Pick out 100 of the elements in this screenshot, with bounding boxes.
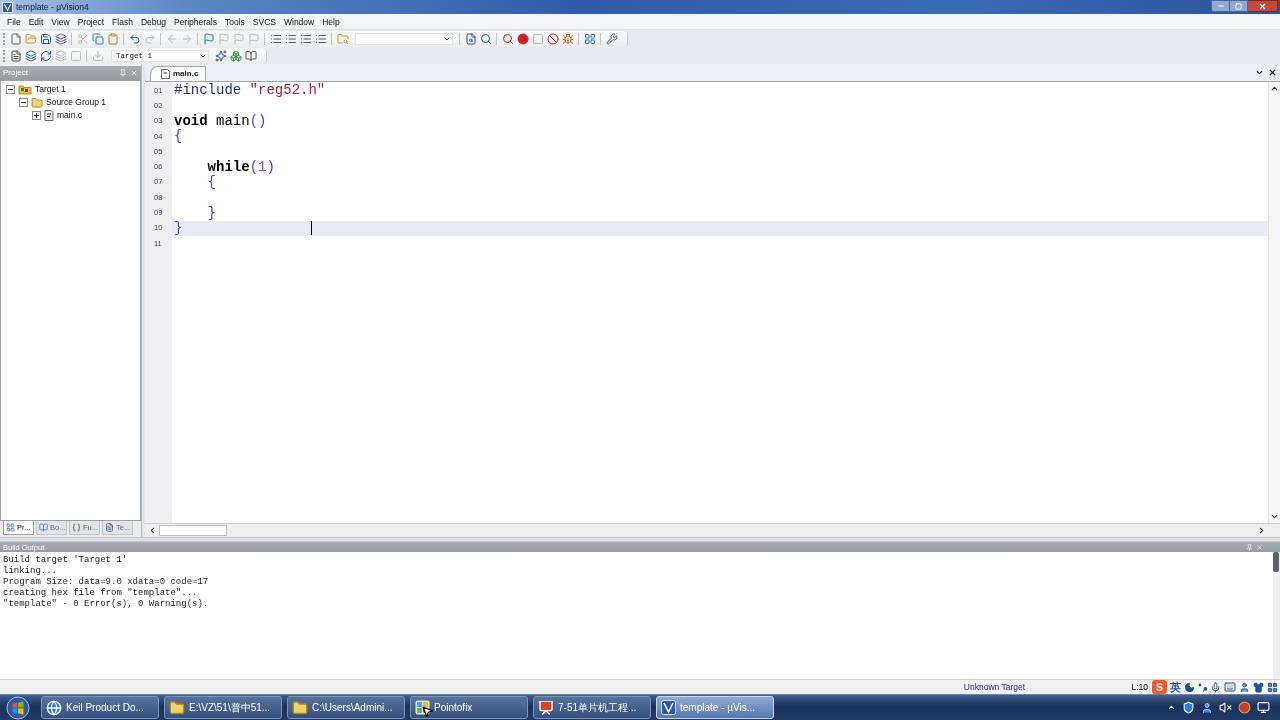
menu-item[interactable]: Debug (136, 14, 170, 29)
taskbar-button[interactable]: 7-51单片机工程... (533, 696, 651, 719)
scroll-down-icon[interactable] (1270, 512, 1279, 521)
moon-icon[interactable] (1184, 681, 1195, 693)
taskbar-button[interactable]: C:\Users\Admini... (287, 696, 405, 719)
breakpoint-icon[interactable] (516, 32, 529, 45)
menu-item[interactable]: Flash (108, 14, 137, 29)
maximize-button[interactable] (1230, 0, 1248, 12)
code-line: } (206, 205, 216, 221)
person-icon[interactable] (1201, 701, 1213, 714)
horizontal-scrollbar[interactable] (145, 523, 1280, 537)
file-icon (161, 69, 170, 79)
monitor-icon[interactable] (1257, 701, 1270, 714)
shield-icon[interactable] (1182, 701, 1195, 714)
keyboard-icon[interactable] (1224, 681, 1236, 693)
layers-icon[interactable] (24, 49, 37, 62)
windows-logo-icon (6, 695, 30, 720)
scrollbar-thumb[interactable] (1273, 552, 1279, 572)
code-line: { (174, 129, 183, 145)
file-text-icon (105, 523, 114, 532)
code-line: { (206, 174, 216, 190)
menu-item[interactable]: Window (279, 14, 319, 29)
menu-item[interactable]: Tools (220, 14, 249, 29)
boxes-icon[interactable] (229, 49, 242, 62)
menu-item[interactable]: File (3, 14, 25, 29)
minimize-icon (1216, 2, 1225, 10)
start-button[interactable] (3, 695, 33, 720)
punctuation-icon[interactable] (1198, 681, 1207, 693)
volume-muted-icon[interactable] (1219, 701, 1232, 714)
chevron-up-icon[interactable] (1167, 703, 1176, 712)
microphone-icon[interactable] (1210, 681, 1221, 693)
menu-item[interactable]: SVCS (248, 14, 280, 29)
shirt-icon[interactable] (1253, 681, 1264, 693)
output-line: linking... (3, 566, 57, 577)
search-field[interactable] (355, 32, 453, 45)
minus-box-icon[interactable] (19, 98, 28, 107)
tree-item[interactable]: Target 1 (35, 84, 66, 95)
minimize-button[interactable] (1211, 0, 1230, 12)
tree-item[interactable]: main.c (57, 110, 83, 121)
plus-box-icon[interactable] (32, 111, 41, 120)
scroll-left-icon[interactable] (148, 526, 157, 535)
wrench-icon[interactable] (605, 32, 618, 45)
refresh-icon[interactable] (39, 49, 52, 62)
language-toggle[interactable]: 英 (1170, 680, 1181, 694)
vertical-scrollbar[interactable] (1273, 552, 1280, 679)
bug-icon[interactable] (561, 32, 574, 45)
folder-icon (292, 699, 308, 716)
caret-down-icon[interactable] (1255, 68, 1264, 77)
close-icon (1258, 1, 1267, 11)
close-icon[interactable] (1268, 68, 1277, 77)
list-icon[interactable] (299, 32, 312, 45)
menu-item[interactable]: Edit (24, 14, 48, 29)
scroll-up-icon[interactable] (1270, 84, 1279, 93)
panel-title: Project (3, 68, 28, 78)
taskbar-button[interactable]: E:\VZ\51\普中51... (164, 696, 282, 719)
menu-item[interactable]: Help (318, 14, 344, 29)
sparkles-icon[interactable] (214, 49, 227, 62)
search-icon[interactable] (479, 32, 492, 45)
list-icon[interactable] (284, 32, 297, 45)
minus-box-icon[interactable] (6, 85, 15, 94)
close-button[interactable] (1248, 0, 1278, 12)
menu-item[interactable]: View (47, 14, 74, 29)
clipboard-icon[interactable] (106, 32, 119, 45)
list-icon[interactable] (314, 32, 327, 45)
taskbar-button[interactable]: Keil Product Do... (41, 696, 159, 719)
copy-icon[interactable] (91, 32, 104, 45)
folder-icon (169, 699, 185, 716)
flag-icon[interactable] (202, 32, 215, 45)
new-file-icon[interactable] (9, 32, 22, 45)
restore-icon (1235, 2, 1242, 10)
presentation-icon (538, 699, 554, 716)
file-icon (44, 110, 54, 121)
menu-item[interactable]: Peripherals (169, 14, 221, 29)
file-icon[interactable] (9, 49, 22, 62)
taskbar-button[interactable]: Pointofix (410, 696, 528, 719)
circle-icon[interactable] (1238, 701, 1251, 714)
vertical-scrollbar[interactable] (1268, 82, 1280, 523)
output-line: Program Size: data=9.0 xdata=0 code=17 (3, 577, 209, 588)
tree-item[interactable]: Source Group 1 (46, 97, 106, 108)
output-line: creating hex file from "template"... (3, 588, 198, 599)
grid-icon[interactable] (583, 32, 596, 45)
book-icon[interactable] (244, 49, 257, 62)
code-line: } (174, 220, 183, 236)
scroll-right-icon[interactable] (1257, 526, 1266, 535)
menu-item[interactable]: Project (73, 14, 109, 29)
search-icon[interactable] (501, 32, 514, 45)
file-search-icon[interactable] (464, 32, 477, 45)
person-icon[interactable] (1239, 681, 1250, 693)
text-cursor (311, 221, 313, 236)
file-tab[interactable]: main.c (150, 66, 207, 81)
mouse-pointer-icon (421, 705, 434, 718)
ban-icon[interactable] (546, 32, 559, 45)
layers-icon[interactable] (54, 32, 67, 45)
save-icon[interactable] (39, 32, 52, 45)
folder-icon (31, 96, 43, 109)
scrollbar-thumb[interactable] (159, 525, 227, 536)
grid-icon[interactable] (1267, 681, 1278, 693)
list-icon[interactable] (269, 32, 282, 45)
window-title: template - µVision4 (16, 1, 89, 13)
undo-icon[interactable] (128, 32, 141, 45)
